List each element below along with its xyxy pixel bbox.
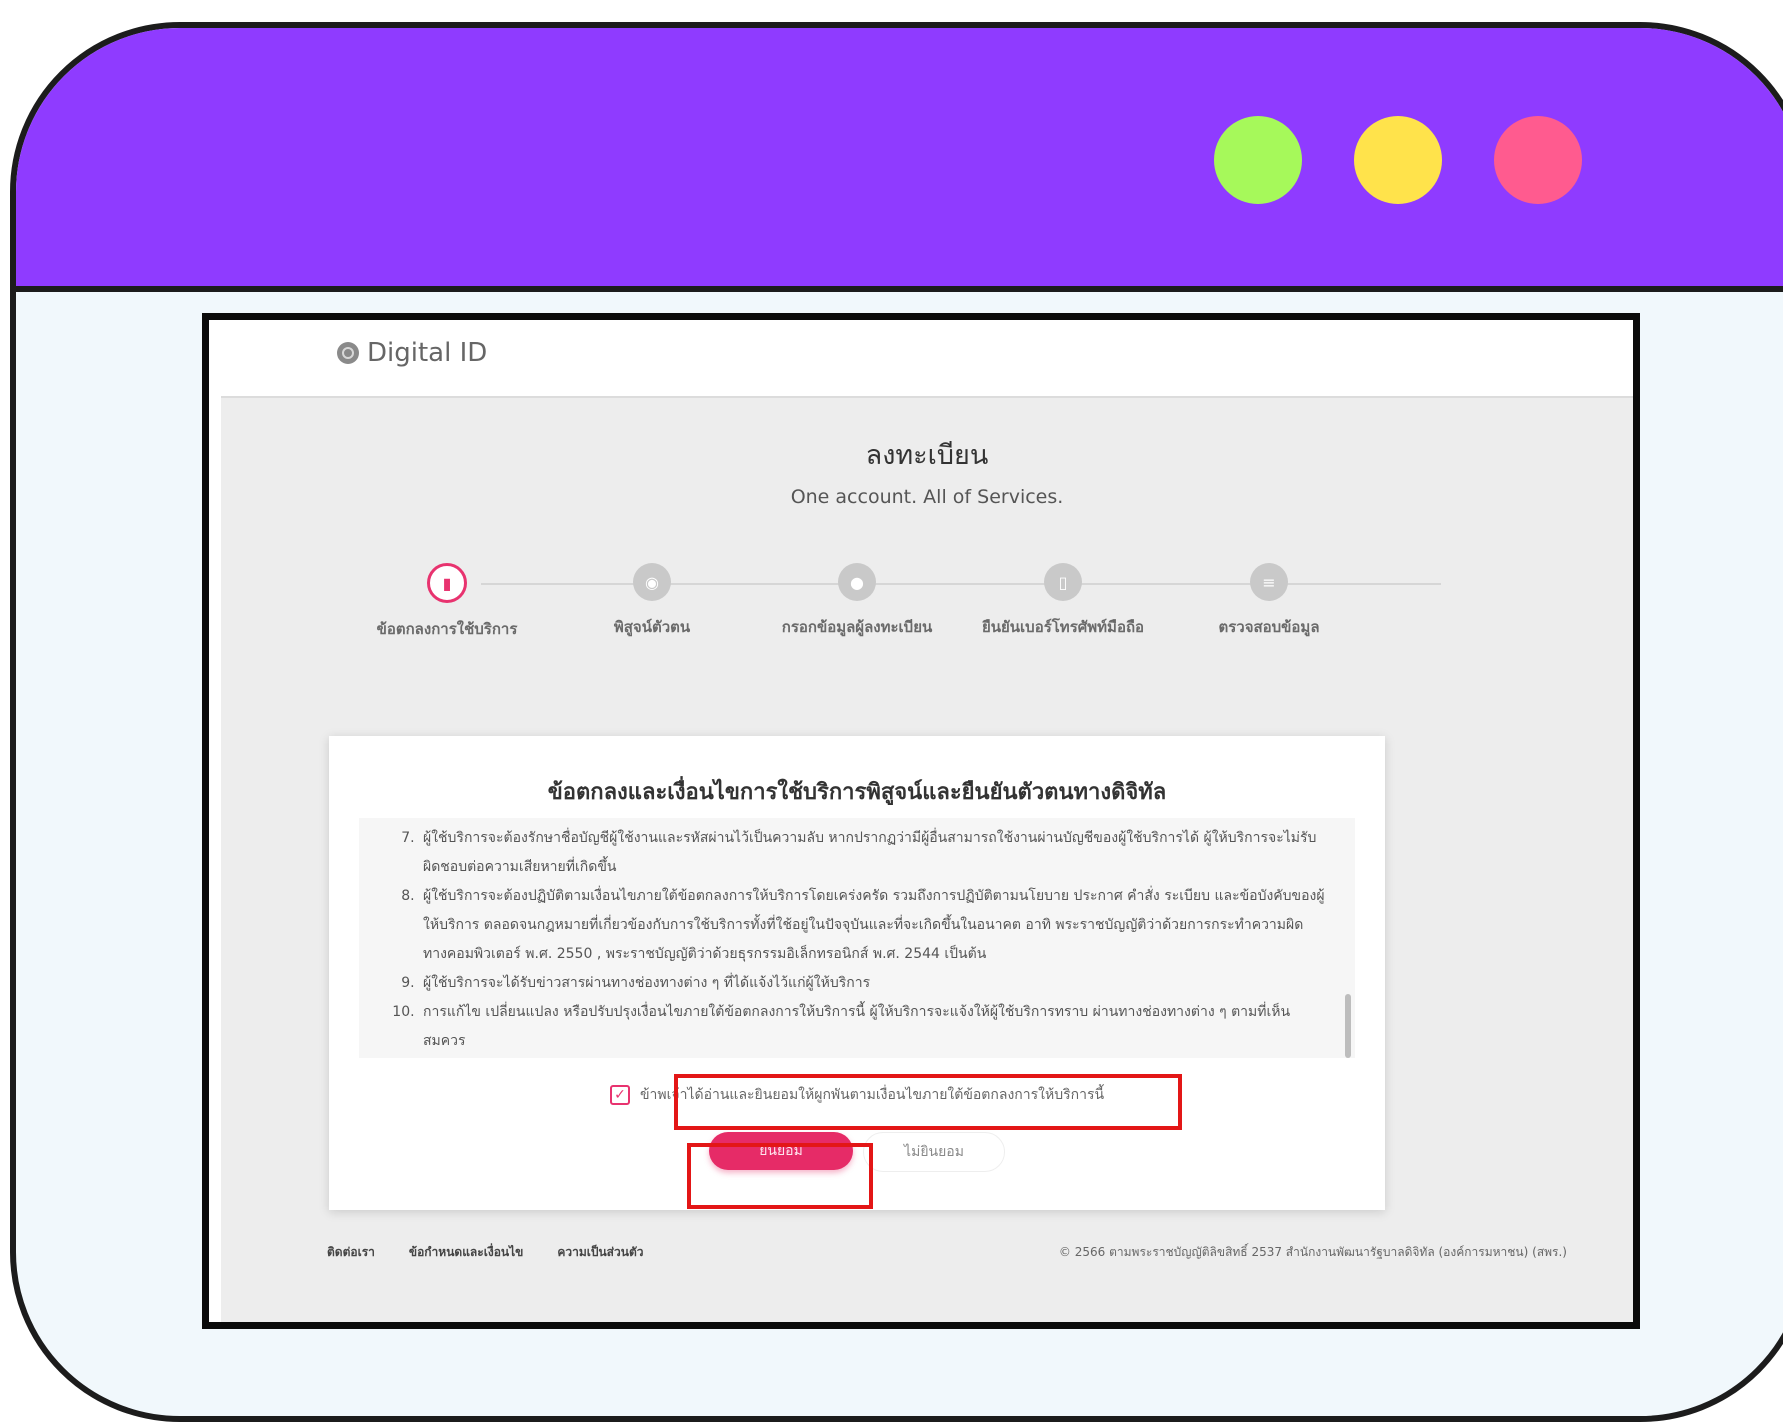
step-terms: ▮ ข้อตกลงการใช้บริการ xyxy=(327,563,567,641)
decline-button[interactable]: ไม่ยินยอม xyxy=(863,1132,1005,1172)
logo[interactable]: Digital ID xyxy=(337,338,487,368)
step-phone-confirm: ▯ ยืนยันเบอร์โทรศัพท์มือถือ xyxy=(943,563,1183,639)
main-content: ลงทะเบียน One account. All of Services. … xyxy=(221,396,1633,1322)
copyright-text: © 2566 ตามพระราชบัญญัติลิขสิทธิ์ 2537 สำ… xyxy=(1058,1245,1567,1259)
user-icon: ● xyxy=(838,563,876,601)
green-dot-icon[interactable] xyxy=(1214,116,1302,204)
terms-scrollbar[interactable] xyxy=(1345,994,1351,1058)
terms-item: การแก้ไข เปลี่ยนแปลง หรือปรับปรุงเงื่อนไ… xyxy=(419,998,1325,1056)
footer-link-contact[interactable]: ติดต่อเรา xyxy=(327,1243,375,1262)
screenshot-frame: Digital ID ลงทะเบียน One account. All of… xyxy=(202,313,1640,1329)
step-label: ยืนยันเบอร์โทรศัพท์มือถือ xyxy=(981,618,1145,636)
footer-link-privacy[interactable]: ความเป็นส่วนตัว xyxy=(557,1243,643,1262)
terms-scroll-area[interactable]: ผู้ใช้บริการจะต้องรักษาชื่อบัญชีผู้ใช้งา… xyxy=(359,818,1355,1058)
step-registration-info: ● กรอกข้อมูลผู้ลงทะเบียน xyxy=(737,563,977,639)
step-label: พิสูจน์ตัวตน xyxy=(613,618,691,636)
yellow-dot-icon[interactable] xyxy=(1354,116,1442,204)
step-label: ข้อตกลงการใช้บริการ xyxy=(376,620,518,638)
terms-title: ข้อตกลงและเงื่อนไขการใช้บริการพิสูจน์และ… xyxy=(547,780,1167,805)
pink-dot-icon[interactable] xyxy=(1494,116,1582,204)
logo-text: Digital ID xyxy=(367,338,488,368)
highlight-accept-button xyxy=(687,1143,873,1209)
highlight-consent-box xyxy=(674,1074,1182,1130)
footer-links: ติดต่อเรา ข้อกำหนดและเงื่อนไข ความเป็นส่… xyxy=(327,1243,643,1262)
step-verify-identity: ◉ พิสูจน์ตัวตน xyxy=(532,563,772,639)
page-title: ลงทะเบียน xyxy=(865,440,989,471)
fingerprint-logo-icon xyxy=(337,342,359,364)
window-titlebar xyxy=(16,28,1783,292)
step-review: ≡ ตรวจสอบข้อมูล xyxy=(1149,563,1389,639)
terms-card: ข้อตกลงและเงื่อนไขการใช้บริการพิสูจน์และ… xyxy=(329,736,1385,1210)
terms-list: ผู้ใช้บริการจะต้องรักษาชื่อบัญชีผู้ใช้งา… xyxy=(359,818,1355,1056)
page-subtitle: One account. All of Services. xyxy=(790,486,1064,508)
checklist-icon: ≡ xyxy=(1250,563,1288,601)
step-label: กรอกข้อมูลผู้ลงทะเบียน xyxy=(781,618,933,636)
fingerprint-icon: ◉ xyxy=(633,563,671,601)
app-header: Digital ID xyxy=(209,320,1633,396)
terms-item: ผู้ใช้บริการจะต้องรักษาชื่อบัญชีผู้ใช้งา… xyxy=(419,824,1325,882)
terms-item: ผู้ใช้บริการจะได้รับข่าวสารผ่านทางช่องทา… xyxy=(419,969,1325,998)
step-label: ตรวจสอบข้อมูล xyxy=(1218,618,1320,636)
footer-link-terms[interactable]: ข้อกำหนดและเงื่อนไข xyxy=(409,1243,523,1262)
phone-icon: ▯ xyxy=(1044,563,1082,601)
consent-checkbox[interactable]: ✓ xyxy=(609,1085,630,1105)
document-icon: ▮ xyxy=(427,563,467,603)
terms-item: ผู้ใช้บริการจะต้องปฏิบัติตามเงื่อนไขภายใ… xyxy=(419,882,1325,969)
